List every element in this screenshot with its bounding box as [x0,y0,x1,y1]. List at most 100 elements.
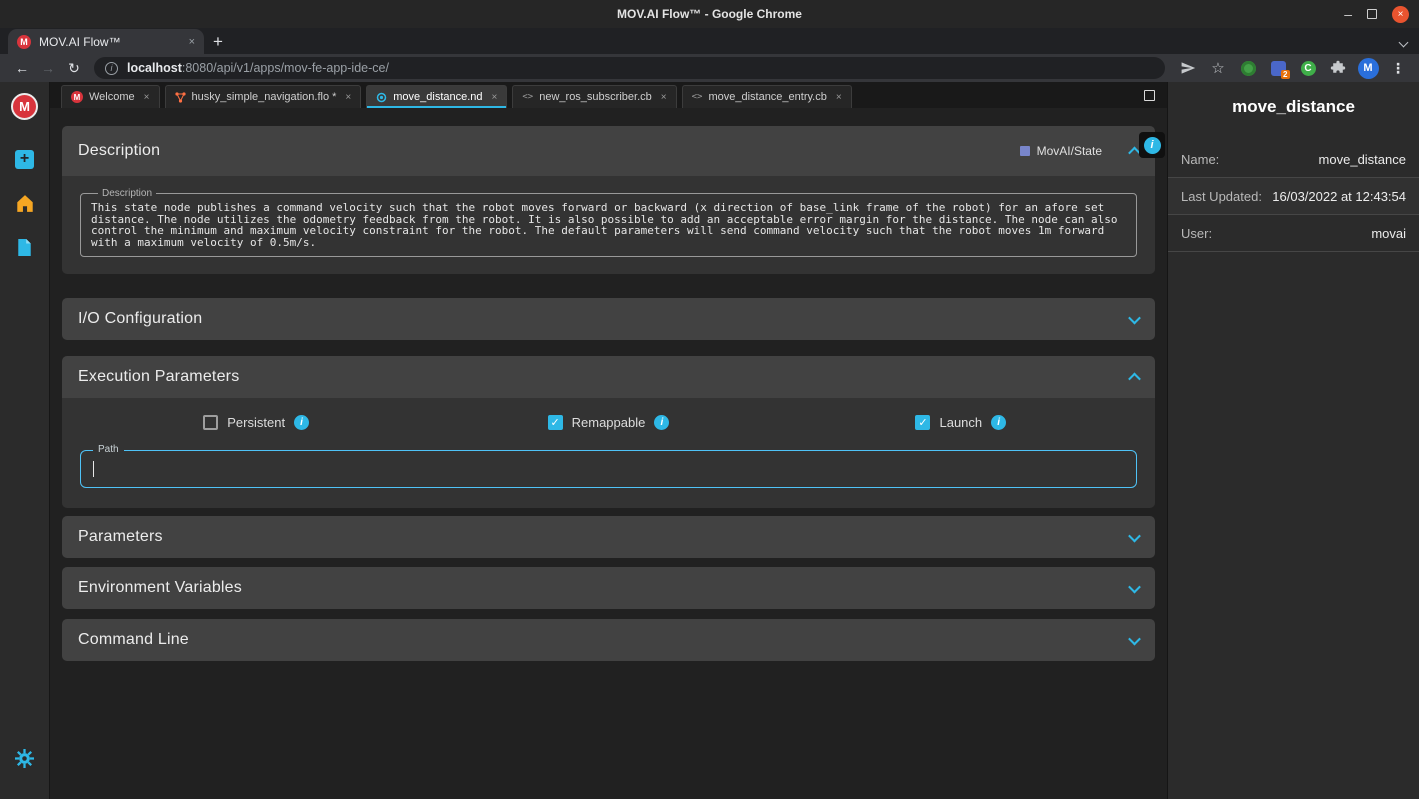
path-input[interactable]: Path [80,444,1137,488]
screen: MOV.AI Flow™ - Google Chrome – × M MOV.A… [0,0,1419,799]
section-io-header[interactable]: I/O Configuration [62,298,1155,340]
details-title: move_distance [1232,97,1355,116]
tab-close-icon[interactable]: × [144,92,150,103]
editor-tab-flow[interactable]: husky_simple_navigation.flo * × [164,85,362,108]
row-label: Name: [1181,151,1220,167]
browser-toolbar: ← → ↻ i localhost:8080/api/v1/apps/mov-f… [0,54,1419,82]
section-title: I/O Configuration [78,310,203,327]
minimize-button[interactable]: – [1344,7,1352,21]
section-title: Environment Variables [78,579,242,596]
url-path: :8080/api/v1/apps/mov-fe-app-ide-ce/ [181,61,389,75]
node-type-icon [1019,146,1030,156]
browser-tabstrip: M MOV.AI Flow™ × + [0,28,1419,54]
editor-area: M Welcome × husky_simple_navigation.flo … [50,82,1167,799]
persistent-checkbox[interactable]: Persistent i [203,415,310,430]
home-icon [16,194,33,212]
info-icon[interactable]: i [991,415,1007,430]
section-execution-parameters: Execution Parameters Persistent i ✓ Rema… [62,356,1155,508]
chevron-down-icon[interactable] [1128,632,1141,645]
back-button[interactable]: ← [10,60,34,76]
details-row-last-updated: Last Updated: 16/03/2022 at 12:43:54 [1168,178,1419,215]
editor-tab-node[interactable]: move_distance.nd × [366,85,508,108]
editor-tab-welcome[interactable]: M Welcome × [61,85,160,108]
chevron-up-icon[interactable] [1128,372,1141,385]
forward-button[interactable]: → [36,60,60,76]
section-command-line-header[interactable]: Command Line [62,619,1155,661]
send-icon[interactable] [1177,57,1199,79]
new-document-button[interactable]: + [8,144,42,174]
gear-icon [15,748,34,768]
movai-favicon: M [71,91,83,103]
bookmark-star-icon[interactable]: ☆ [1207,57,1229,79]
app: M + M Welcome × husky_simple_navigation.… [0,82,1419,799]
movai-logo: M [11,93,38,120]
editor-tabbar: M Welcome × husky_simple_navigation.flo … [50,82,1167,108]
section-description-header[interactable]: Description MovAI/State [62,126,1155,176]
checkbox-box[interactable] [203,415,219,430]
checkbox-label: Remappable [571,415,646,430]
checkbox-label: Persistent [227,415,286,430]
extension-green-icon[interactable] [1237,57,1259,79]
description-text[interactable]: This state node publishes a command velo… [91,202,1126,248]
layout-toggle-icon[interactable] [1144,89,1155,101]
editor-tab-callback-2[interactable]: <> move_distance_entry.cb × [681,85,852,108]
profile-avatar[interactable]: M [1357,57,1379,79]
info-icon[interactable]: i [294,415,310,430]
checkbox-box[interactable] [915,415,931,430]
row-value: movai [1371,225,1406,241]
new-tab-button[interactable]: + [204,29,232,54]
window-title: MOV.AI Flow™ - Google Chrome [617,7,802,21]
editor-tab-label: Welcome [89,91,135,103]
settings-button[interactable] [8,743,42,773]
reload-button[interactable]: ↻ [62,60,86,77]
row-label: Last Updated: [1181,188,1262,204]
editor-tab-label: new_ros_subscriber.cb [539,91,652,103]
node-info-button[interactable]: i [1139,132,1165,158]
section-execution-body: Persistent i Remappable i [62,398,1155,508]
tab-close-icon[interactable]: × [189,36,195,48]
maximize-button[interactable] [1367,9,1377,19]
home-button[interactable] [8,188,42,218]
explorer-button[interactable] [8,232,42,262]
section-title: Description [78,142,161,159]
remappable-checkbox[interactable]: Remappable i [547,415,670,430]
page-info-icon[interactable]: i [105,61,118,75]
chevron-down-icon[interactable] [1128,311,1141,324]
tab-close-icon[interactable]: × [345,92,351,103]
tab-close-icon[interactable]: × [492,92,498,103]
extension-c-icon[interactable]: C [1297,57,1319,79]
shield-badge: 2 [1281,69,1290,79]
section-parameters-header[interactable]: Parameters [62,516,1155,558]
browser-menu-icon[interactable]: ⋮ [1387,57,1409,79]
checkbox-box[interactable] [547,415,563,430]
section-environment-header[interactable]: Environment Variables [62,567,1155,609]
tab-search-chevron-icon[interactable] [1398,37,1409,48]
chevron-down-icon[interactable] [1128,529,1141,542]
description-field-label: Description [102,188,153,199]
node-type-label: MovAI/State [1036,144,1102,158]
url-bar[interactable]: i localhost:8080/api/v1/apps/mov-fe-app-… [94,57,1165,79]
launch-checkbox[interactable]: Launch i [915,415,1007,430]
description-fieldset: Description This state node publishes a … [80,188,1137,257]
browser-tab-title: MOV.AI Flow™ [39,34,121,49]
section-parameters: Parameters [62,516,1155,558]
checkbox-label: Launch [939,415,983,430]
flow-icon [174,91,186,103]
chevron-down-icon[interactable] [1128,580,1141,593]
extensions-puzzle-icon[interactable] [1327,57,1349,79]
section-execution-header[interactable]: Execution Parameters [62,356,1155,398]
section-environment-variables: Environment Variables [62,567,1155,609]
checkbox-row: Persistent i Remappable i [80,415,1137,430]
details-row-name: Name: move_distance [1168,141,1419,178]
url-host: localhost [127,61,182,75]
tab-close-icon[interactable]: × [836,92,842,103]
section-description: Description MovAI/State Description This… [62,126,1155,274]
close-button[interactable]: × [1392,5,1409,23]
info-icon[interactable]: i [654,415,670,430]
editor-tab-callback-1[interactable]: <> new_ros_subscriber.cb × [512,85,677,108]
extension-shield-icon[interactable]: 2 [1267,57,1290,79]
tab-close-icon[interactable]: × [661,92,667,103]
code-icon: <> [691,92,703,102]
path-input-label: Path [93,444,124,455]
browser-tab[interactable]: M MOV.AI Flow™ × [8,29,204,54]
